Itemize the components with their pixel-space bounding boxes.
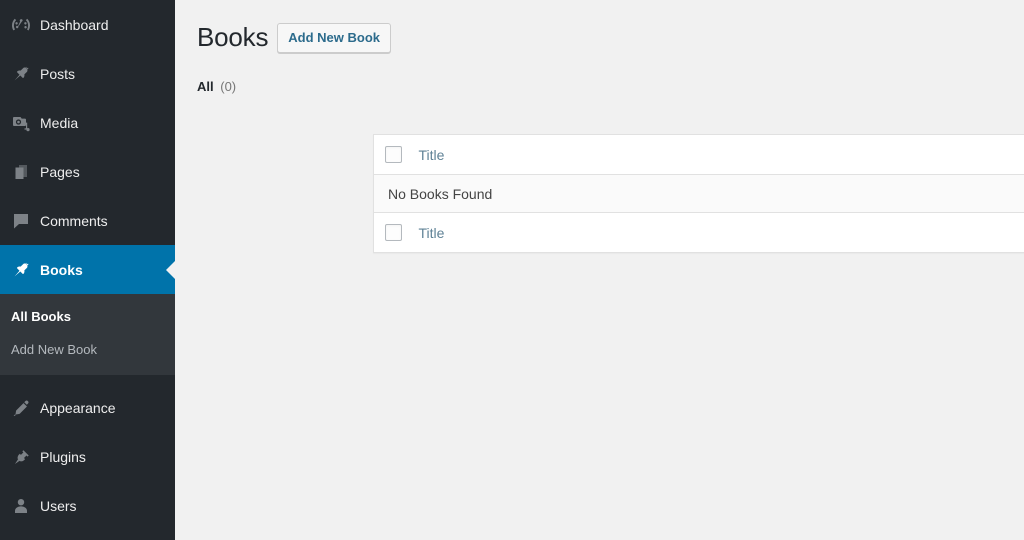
sidebar-item-label: Appearance bbox=[40, 400, 116, 417]
select-all-checkbox-bottom[interactable] bbox=[385, 224, 402, 241]
dashboard-gauge-icon bbox=[11, 15, 31, 35]
sidebar-item-comments[interactable]: Comments bbox=[0, 196, 175, 245]
books-list-table: Title No Books Found Title bbox=[373, 134, 1024, 253]
table-empty-row: No Books Found bbox=[373, 174, 1024, 213]
pin-icon bbox=[11, 64, 31, 84]
sidebar-item-appearance[interactable]: Appearance bbox=[0, 384, 175, 433]
books-submenu: All Books Add New Book bbox=[0, 294, 175, 375]
plug-icon bbox=[11, 447, 31, 467]
pages-document-icon bbox=[11, 162, 31, 182]
pin-icon bbox=[11, 260, 31, 280]
comment-bubble-icon bbox=[11, 211, 31, 231]
sidebar-item-pages[interactable]: Pages bbox=[0, 147, 175, 196]
sidebar-item-label: Dashboard bbox=[40, 16, 109, 33]
sidebar-item-plugins[interactable]: Plugins bbox=[0, 433, 175, 482]
sidebar-item-media[interactable]: Media bbox=[0, 98, 175, 147]
filter-link-all[interactable]: All bbox=[197, 79, 214, 94]
submenu-item-all-books[interactable]: All Books bbox=[0, 301, 175, 334]
page-title: Books bbox=[197, 22, 269, 52]
table-footer-row: Title bbox=[373, 212, 1024, 253]
add-new-book-button[interactable]: Add New Book bbox=[277, 22, 391, 53]
select-all-column-footer bbox=[373, 212, 417, 253]
filter-count-all: (0) bbox=[220, 78, 237, 94]
status-filter-list: All (0) bbox=[197, 74, 1024, 100]
admin-sidebar-menu: Dashboard Posts Media Pages Comments Boo… bbox=[0, 0, 175, 540]
admin-content-area: Books Add New Book All (0) Title No Book… bbox=[175, 0, 1024, 540]
column-header-title: Title bbox=[416, 134, 1024, 175]
sidebar-item-label: Comments bbox=[40, 212, 108, 229]
submenu-item-add-new-book[interactable]: Add New Book bbox=[0, 334, 175, 367]
sort-link-title-top[interactable]: Title bbox=[417, 147, 445, 163]
sidebar-item-books[interactable]: Books bbox=[0, 245, 175, 294]
table-foot: Title bbox=[373, 212, 1024, 253]
sidebar-item-tools[interactable]: Tools bbox=[0, 531, 175, 540]
menu-separator bbox=[0, 375, 175, 384]
select-all-checkbox-top[interactable] bbox=[385, 146, 402, 163]
sidebar-item-label: Pages bbox=[40, 163, 80, 180]
table-header-row: Title bbox=[373, 134, 1024, 175]
sidebar-item-dashboard[interactable]: Dashboard bbox=[0, 0, 175, 49]
sidebar-item-label: Books bbox=[40, 261, 83, 278]
sidebar-item-label: Users bbox=[40, 498, 77, 515]
filter-item-all: All (0) bbox=[197, 74, 236, 100]
camera-media-icon bbox=[11, 113, 31, 133]
sidebar-item-label: Posts bbox=[40, 65, 76, 82]
page-header: Books Add New Book bbox=[197, 10, 1024, 55]
sidebar-item-posts[interactable]: Posts bbox=[0, 49, 175, 98]
sort-link-title-bottom[interactable]: Title bbox=[417, 225, 445, 241]
table-head: Title bbox=[373, 134, 1024, 175]
wp-admin-screen: Dashboard Posts Media Pages Comments Boo… bbox=[0, 0, 1024, 540]
sidebar-item-users[interactable]: Users bbox=[0, 482, 175, 531]
sidebar-item-label: Plugins bbox=[40, 449, 86, 466]
table-body: No Books Found bbox=[373, 174, 1024, 213]
user-icon bbox=[11, 496, 31, 516]
column-footer-title: Title bbox=[416, 212, 1024, 253]
paintbrush-icon bbox=[11, 398, 31, 418]
select-all-column-header bbox=[373, 134, 417, 175]
page-wrap: Books Add New Book All (0) bbox=[175, 0, 1024, 100]
sidebar-item-label: Media bbox=[40, 114, 79, 131]
empty-message-cell: No Books Found bbox=[373, 174, 1024, 213]
